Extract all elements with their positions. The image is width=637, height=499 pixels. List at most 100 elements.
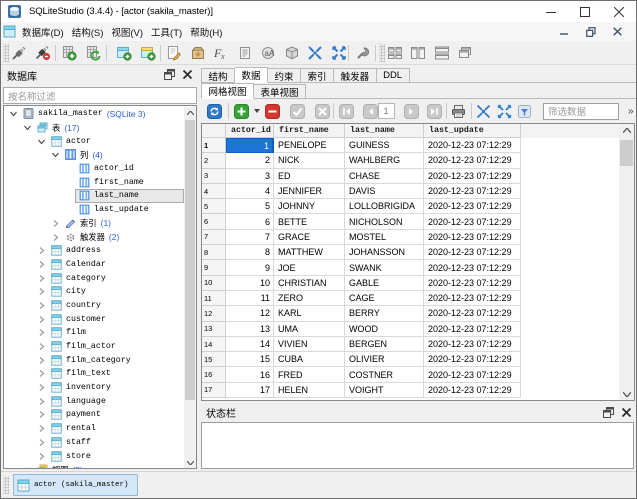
add-database-button[interactable] (58, 42, 81, 64)
grid-cell[interactable]: CUBA (274, 352, 345, 368)
tree-item-rental[interactable]: rental (4, 422, 184, 436)
row-number[interactable]: 8 (202, 245, 226, 261)
chevron-right-icon[interactable] (37, 342, 46, 351)
grid-cell[interactable]: BERGEN (345, 336, 424, 353)
new-view-button[interactable] (136, 42, 159, 64)
chevron-right-icon[interactable] (37, 287, 46, 296)
float-panel-icon[interactable] (162, 67, 177, 82)
menu-item-0[interactable]: 数据库(D) (18, 25, 68, 39)
tree-item-film_text[interactable]: film_text (4, 367, 184, 381)
grid-cell[interactable]: BETTE (274, 214, 345, 230)
maximize-button[interactable] (568, 1, 602, 22)
ddl-history-button[interactable] (233, 42, 256, 64)
chevron-right-icon[interactable] (37, 246, 46, 255)
menu-item-2[interactable]: 视图(V) (107, 25, 147, 39)
grid-cell[interactable]: KARL (274, 306, 345, 322)
grid-cell[interactable]: 13 (226, 321, 274, 337)
tab-1[interactable]: 数据 (235, 67, 269, 83)
grid-cell[interactable]: 10 (226, 275, 274, 291)
chevron-right-icon[interactable] (37, 356, 46, 365)
collations-editor-button[interactable]: aA (257, 42, 280, 64)
mdi-close-button[interactable] (613, 27, 622, 36)
chevron-right-icon[interactable] (37, 260, 46, 269)
grid-cell[interactable]: JOE (274, 260, 345, 276)
grid-cell[interactable]: NICK (274, 153, 345, 169)
grid-cell[interactable]: FRED (274, 367, 345, 383)
row-number[interactable]: 1 (202, 138, 226, 154)
tree-item-payment[interactable]: payment (4, 408, 184, 422)
grid-cell[interactable]: 6 (226, 214, 274, 230)
chevron-right-icon[interactable] (37, 301, 46, 310)
chevron-down-icon[interactable] (23, 123, 32, 132)
grid-cell[interactable]: JENNIFER (274, 183, 345, 200)
chevron-down-icon[interactable] (51, 150, 60, 159)
tree-item-language[interactable]: language (4, 394, 184, 408)
tree-item-last_update[interactable]: last_update (4, 203, 184, 217)
grid-cell[interactable]: 9 (226, 260, 274, 276)
tree-item-last_name[interactable]: last_name (4, 189, 184, 203)
row-number[interactable]: 5 (202, 199, 226, 215)
grid-cell[interactable]: 2020-12-23 07:12:29 (424, 260, 521, 276)
taskbar-handle[interactable] (3, 476, 9, 494)
grid-scroll-thumb[interactable] (620, 140, 633, 166)
row-number[interactable]: 3 (202, 168, 226, 184)
chevron-right-icon[interactable] (37, 383, 46, 392)
close-all-windows-button[interactable] (304, 42, 327, 64)
grid-cell[interactable]: 2020-12-23 07:12:29 (424, 183, 521, 200)
tree-item-触发器[interactable]: 触发器 (2) (4, 230, 184, 244)
grid-cell[interactable]: 16 (226, 367, 274, 383)
new-table-button[interactable] (113, 42, 136, 64)
row-number[interactable]: 11 (202, 290, 226, 307)
refresh-data-button[interactable] (204, 101, 226, 122)
scroll-down-icon[interactable] (619, 388, 634, 400)
chevron-right-icon[interactable] (51, 233, 60, 242)
grid-cell[interactable]: MATTHEW (274, 245, 345, 261)
tree-item-first_name[interactable]: first_name (4, 175, 184, 189)
subtab-0[interactable]: 网格视图 (201, 83, 255, 99)
grid-cell[interactable]: ZERO (274, 290, 345, 307)
grid-cell[interactable]: JOHANSSON (345, 245, 424, 261)
chevron-right-icon[interactable] (37, 438, 46, 447)
tree-item-表[interactable]: 表 (17) (4, 121, 184, 135)
mdi-tile-horizontal-button[interactable] (407, 42, 430, 64)
grid-cell[interactable]: CAGE (345, 290, 424, 307)
column-header-first_name[interactable]: first_name (274, 124, 345, 138)
close-panel-icon[interactable] (619, 405, 634, 420)
tree-filter-input[interactable]: 按名称过滤 (3, 87, 197, 104)
grid-cell[interactable]: 7 (226, 229, 274, 246)
chevron-right-icon[interactable] (37, 369, 46, 378)
disconnect-database-button[interactable] (31, 42, 54, 64)
delete-row-button[interactable] (262, 101, 284, 122)
grid-cell[interactable]: 12 (226, 306, 274, 322)
grid-cell[interactable]: 2 (226, 153, 274, 169)
grid-cell[interactable]: 2020-12-23 07:12:29 (424, 352, 521, 368)
tree-item-address[interactable]: address (4, 244, 184, 258)
chevron-right-icon[interactable] (37, 397, 46, 406)
tree-item-store[interactable]: store (4, 449, 184, 463)
grid-cell[interactable]: 14 (226, 336, 274, 353)
filter-mode-button[interactable] (514, 101, 536, 122)
last-page-button[interactable] (424, 101, 446, 122)
add-row-dropdown-icon[interactable] (253, 101, 261, 122)
float-panel-icon[interactable] (601, 405, 616, 420)
grid-cell[interactable]: GUINESS (345, 138, 424, 154)
tree-scrollbar[interactable] (184, 107, 196, 468)
grid-cell[interactable]: 2020-12-23 07:12:29 (424, 367, 521, 383)
grid-cell[interactable]: SWANK (345, 260, 424, 276)
connect-database-button[interactable] (8, 42, 31, 64)
row-number[interactable]: 12 (202, 306, 226, 322)
tree-item-customer[interactable]: customer (4, 312, 184, 326)
mdi-tile-vertical-button[interactable] (430, 42, 453, 64)
close-button[interactable] (602, 1, 636, 22)
tree-item-country[interactable]: country (4, 299, 184, 313)
grid-cell[interactable]: MOSTEL (345, 229, 424, 246)
tab-4[interactable]: 触发器 (334, 68, 377, 83)
tab-0[interactable]: 结构 (201, 68, 236, 83)
extensions-button[interactable] (280, 42, 303, 64)
row-number[interactable]: 15 (202, 352, 226, 368)
chevron-right-icon[interactable] (37, 274, 46, 283)
grid-cell[interactable]: WAHLBERG (345, 153, 424, 169)
task-button-actor[interactable]: actor (sakila_master) (13, 474, 138, 496)
grid-cell[interactable]: 11 (226, 290, 274, 307)
grid-scrollbar[interactable] (619, 124, 634, 400)
